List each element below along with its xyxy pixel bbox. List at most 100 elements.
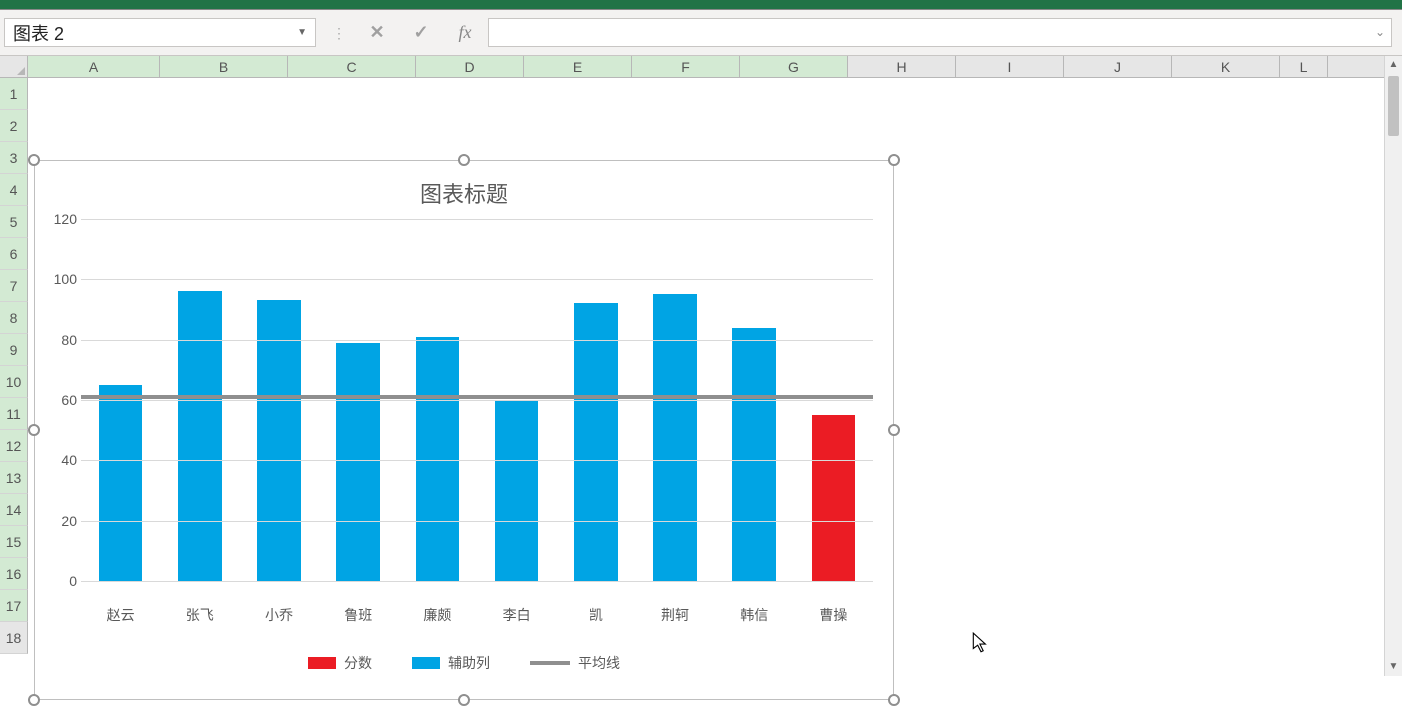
row-header-14[interactable]: 14 [0,494,28,526]
chart-title[interactable]: 图表标题 [35,161,893,213]
row-header-18[interactable]: 18 [0,622,28,654]
column-header-F[interactable]: F [632,56,740,77]
y-axis: 020406080100120 [43,219,77,581]
x-label-韩信: 韩信 [715,599,794,625]
formula-bar-row: 图表 2 ▼ ⋮ ✕ ✓ fx ⌄ [0,10,1402,56]
scroll-up-button[interactable]: ▲ [1385,56,1402,74]
chart-object[interactable]: 图表标题 020406080100120 赵云张飞小乔鲁班廉颇李白凯荆轲韩信曹操… [34,160,894,700]
legend-label-red: 分数 [344,653,372,673]
select-all-corner[interactable] [0,56,28,77]
row-header-11[interactable]: 11 [0,398,28,430]
bar-张飞[interactable] [178,291,222,581]
resize-handle-tm[interactable] [458,154,470,166]
formula-bar-buttons: ⋮ ✕ ✓ fx [322,10,488,55]
column-header-E[interactable]: E [524,56,632,77]
column-header-D[interactable]: D [416,56,524,77]
row-header-1[interactable]: 1 [0,78,28,110]
y-tick-80: 80 [43,332,77,348]
row-header-16[interactable]: 16 [0,558,28,590]
row-headers: 123456789101112131415161718 [0,78,28,654]
row-header-10[interactable]: 10 [0,366,28,398]
column-headers: ABCDEFGHIJKL [0,56,1402,78]
row-header-6[interactable]: 6 [0,238,28,270]
legend-item-blue[interactable]: 辅助列 [412,653,490,673]
gridline [81,219,873,220]
formula-bar-grip-icon[interactable]: ⋮ [328,31,350,35]
gridline [81,521,873,522]
x-label-赵云: 赵云 [81,599,160,625]
column-header-G[interactable]: G [740,56,848,77]
fx-icon: fx [459,22,472,43]
y-tick-60: 60 [43,392,77,408]
row-header-15[interactable]: 15 [0,526,28,558]
resize-handle-tr[interactable] [888,154,900,166]
bar-荆轲[interactable] [653,294,697,581]
legend-swatch-red [308,657,336,669]
legend-label-blue: 辅助列 [448,653,490,673]
name-box-value: 图表 2 [13,20,297,46]
resize-handle-mr[interactable] [888,424,900,436]
legend-line-avg [530,661,570,665]
resize-handle-bm[interactable] [458,694,470,706]
x-label-凯: 凯 [556,599,635,625]
formula-expand-icon[interactable]: ⌄ [1375,25,1385,39]
y-tick-20: 20 [43,513,77,529]
row-header-13[interactable]: 13 [0,462,28,494]
formula-input[interactable]: ⌄ [488,18,1392,47]
bar-韩信[interactable] [732,328,776,581]
bar-廉颇[interactable] [416,337,460,581]
chart-legend[interactable]: 分数 辅助列 平均线 [35,653,893,673]
legend-item-avg[interactable]: 平均线 [530,653,620,673]
vertical-scrollbar[interactable]: ▲ ▼ [1384,56,1402,676]
row-header-2[interactable]: 2 [0,110,28,142]
column-header-H[interactable]: H [848,56,956,77]
y-tick-0: 0 [43,573,77,589]
row-header-8[interactable]: 8 [0,302,28,334]
bar-赵云[interactable] [99,385,143,581]
column-header-A[interactable]: A [28,56,160,77]
gridline [81,400,873,401]
sheet-area: ABCDEFGHIJKL 123456789101112131415161718… [0,56,1402,676]
column-header-C[interactable]: C [288,56,416,77]
column-header-I[interactable]: I [956,56,1064,77]
scroll-thumb[interactable] [1388,76,1399,136]
avg-line[interactable] [81,395,873,399]
column-header-K[interactable]: K [1172,56,1280,77]
insert-function-button[interactable]: fx [448,18,482,48]
column-header-J[interactable]: J [1064,56,1172,77]
scroll-down-button[interactable]: ▼ [1385,658,1402,676]
legend-swatch-blue [412,657,440,669]
legend-label-avg: 平均线 [578,653,620,673]
formula-enter-button[interactable]: ✓ [404,18,438,48]
bar-小乔[interactable] [257,300,301,581]
legend-item-red[interactable]: 分数 [308,653,372,673]
resize-handle-bl[interactable] [28,694,40,706]
resize-handle-tl[interactable] [28,154,40,166]
row-header-7[interactable]: 7 [0,270,28,302]
gridline [81,279,873,280]
formula-cancel-button[interactable]: ✕ [360,18,394,48]
bar-李白[interactable] [495,400,539,581]
row-header-12[interactable]: 12 [0,430,28,462]
ribbon-strip [0,0,1402,10]
row-header-3[interactable]: 3 [0,142,28,174]
column-header-B[interactable]: B [160,56,288,77]
x-label-廉颇: 廉颇 [398,599,477,625]
y-tick-40: 40 [43,452,77,468]
bar-曹操[interactable] [812,415,856,581]
x-axis-labels: 赵云张飞小乔鲁班廉颇李白凯荆轲韩信曹操 [81,599,873,625]
row-header-4[interactable]: 4 [0,174,28,206]
column-header-L[interactable]: L [1280,56,1328,77]
resize-handle-br[interactable] [888,694,900,706]
row-header-9[interactable]: 9 [0,334,28,366]
plot-area[interactable]: 020406080100120 [81,219,873,599]
row-header-5[interactable]: 5 [0,206,28,238]
bar-鲁班[interactable] [336,343,380,581]
x-label-曹操: 曹操 [794,599,873,625]
row-header-17[interactable]: 17 [0,590,28,622]
x-label-荆轲: 荆轲 [635,599,714,625]
name-box-dropdown-icon[interactable]: ▼ [297,27,307,38]
bar-凯[interactable] [574,303,618,581]
name-box[interactable]: 图表 2 ▼ [4,18,316,47]
resize-handle-ml[interactable] [28,424,40,436]
